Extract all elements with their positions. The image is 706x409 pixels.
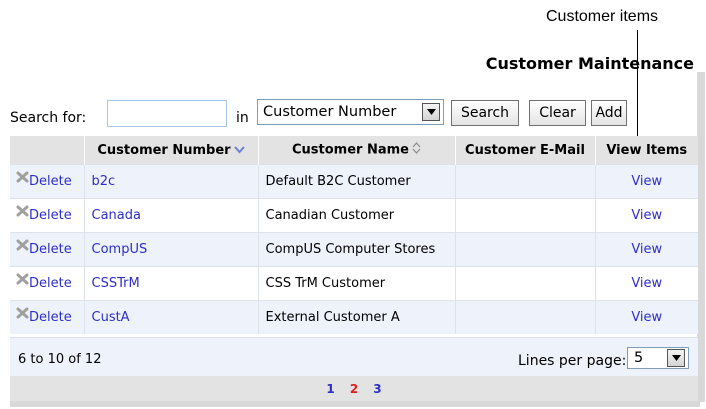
- column-header-actions: [10, 136, 84, 165]
- lines-per-page-value: 5: [634, 350, 644, 366]
- table-row: Delete b2c Default B2C Customer View: [10, 164, 698, 199]
- customer-number-link[interactable]: Canada: [92, 208, 141, 223]
- lines-per-page-label: Lines per page:: [518, 353, 627, 369]
- customer-name-cell: CSS TrM Customer: [257, 266, 455, 301]
- delete-x-icon: [16, 307, 29, 319]
- page-current-2: 2: [349, 382, 359, 396]
- search-button[interactable]: Search: [451, 100, 519, 126]
- customer-name-cell: External Customer A: [257, 300, 455, 334]
- sort-unsorted-icon[interactable]: [412, 142, 421, 158]
- customer-email-cell: [454, 300, 595, 334]
- column-header-customer-number[interactable]: Customer Number: [83, 136, 258, 165]
- customer-number-link[interactable]: CustA: [92, 310, 130, 325]
- customer-email-cell: [454, 198, 595, 233]
- search-in-label: in: [236, 110, 249, 126]
- column-header-view-items: View Items: [594, 136, 698, 165]
- table-row: Delete CSSTrM CSS TrM Customer View: [10, 266, 698, 301]
- delete-cell[interactable]: Delete: [10, 232, 84, 267]
- view-items-link[interactable]: View: [631, 208, 662, 223]
- delete-x-icon: [16, 171, 29, 183]
- table-row: Delete Canada Canadian Customer View: [10, 198, 698, 233]
- delete-link[interactable]: Delete: [29, 242, 72, 257]
- delete-cell[interactable]: Delete: [10, 198, 84, 233]
- delete-x-icon: [16, 273, 29, 285]
- sort-descending-icon[interactable]: [233, 143, 245, 158]
- column-header-label: Customer Number: [97, 142, 231, 158]
- add-button[interactable]: Add: [591, 100, 627, 126]
- table-row: Delete CompUS CompUS Computer Stores Vie…: [10, 232, 698, 267]
- delete-cell[interactable]: Delete: [10, 164, 84, 199]
- search-input[interactable]: [107, 100, 227, 127]
- page-link-1[interactable]: 1: [326, 382, 334, 396]
- customer-email-cell: [454, 266, 595, 301]
- delete-link[interactable]: Delete: [29, 174, 72, 189]
- lines-per-page-select[interactable]: 5: [627, 347, 689, 369]
- page-link-3[interactable]: 3: [373, 382, 381, 396]
- customer-number-link[interactable]: CompUS: [92, 242, 148, 257]
- customer-table: Customer Number Customer Name Customer E…: [10, 136, 698, 334]
- view-items-link[interactable]: View: [631, 276, 662, 291]
- delete-cell[interactable]: Delete: [10, 300, 84, 334]
- view-items-link[interactable]: View: [631, 242, 662, 257]
- pagination: 1 2 3: [10, 376, 698, 401]
- customer-name-cell: Default B2C Customer: [257, 164, 455, 199]
- delete-x-icon: [16, 239, 29, 251]
- customer-email-cell: [454, 164, 595, 199]
- column-header-customer-email[interactable]: Customer E-Mail: [454, 136, 595, 165]
- chevron-down-icon[interactable]: [422, 103, 440, 121]
- delete-link[interactable]: Delete: [29, 310, 72, 325]
- search-field-select[interactable]: Customer Number: [257, 99, 444, 125]
- search-field-value: Customer Number: [263, 104, 397, 120]
- chevron-down-icon[interactable]: [667, 349, 685, 367]
- table-header-row: Customer Number Customer Name Customer E…: [10, 136, 698, 165]
- delete-cell[interactable]: Delete: [10, 266, 84, 301]
- delete-x-icon: [16, 205, 29, 217]
- page-title: Customer Maintenance: [485, 54, 694, 73]
- customer-number-link[interactable]: CSSTrM: [92, 276, 140, 291]
- customer-name-cell: Canadian Customer: [257, 198, 455, 233]
- view-items-link[interactable]: View: [631, 310, 662, 325]
- delete-link[interactable]: Delete: [29, 276, 72, 291]
- table-row: Delete CustA External Customer A View: [10, 300, 698, 334]
- customer-email-cell: [454, 232, 595, 267]
- table-footer: 6 to 10 of 12 Lines per page: 5: [10, 337, 698, 377]
- customer-name-cell: CompUS Computer Stores: [257, 232, 455, 267]
- callout-label: Customer items: [546, 8, 659, 25]
- panel-shadow-right: [697, 72, 705, 402]
- record-count: 6 to 10 of 12: [18, 352, 102, 367]
- view-items-link[interactable]: View: [631, 174, 662, 189]
- column-header-label: Customer Name: [292, 142, 409, 158]
- delete-link[interactable]: Delete: [29, 208, 72, 223]
- search-label: Search for:: [10, 110, 87, 126]
- column-header-customer-name[interactable]: Customer Name: [257, 136, 455, 165]
- customer-number-link[interactable]: b2c: [92, 174, 116, 189]
- clear-button[interactable]: Clear: [529, 100, 586, 126]
